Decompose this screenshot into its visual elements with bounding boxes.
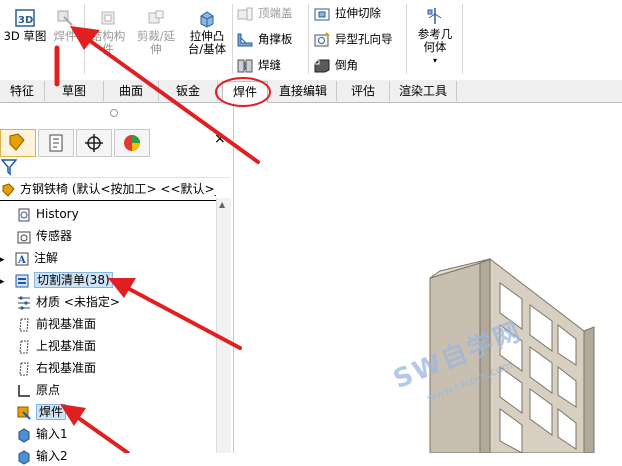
- highlight-circle-weldment-tab: [215, 77, 271, 107]
- arrow-head-icon: [108, 278, 136, 298]
- arrow-to-weldment-button: [84, 36, 260, 164]
- arrow-to-cut-list: [118, 282, 242, 350]
- annotation-overlay: [54, 26, 271, 453]
